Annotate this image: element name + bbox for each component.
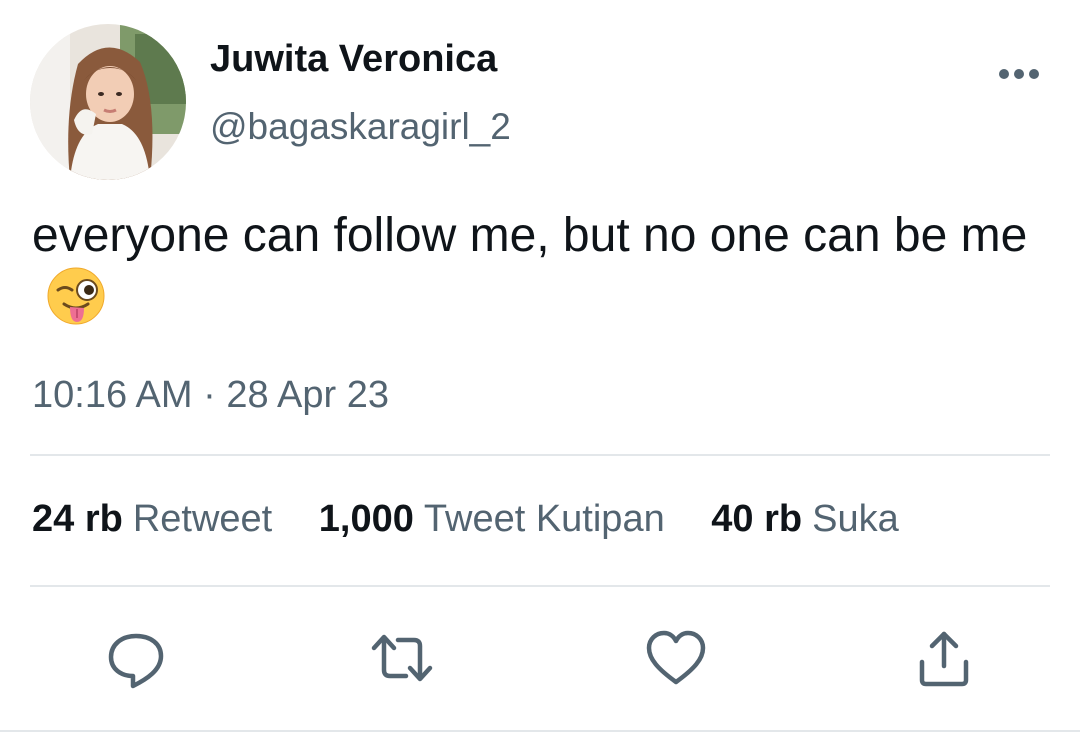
- tweet-body: everyone can follow me, but no one can b…: [32, 209, 1028, 262]
- bottom-divider: [0, 730, 1080, 732]
- like-count: 40 rb: [711, 498, 803, 540]
- reply-icon: [108, 633, 164, 689]
- retweet-button[interactable]: [370, 626, 434, 690]
- avatar[interactable]: [30, 24, 186, 180]
- share-icon: [919, 631, 969, 687]
- quote-tweet-stat[interactable]: 1,000 Tweet Kutipan: [319, 498, 665, 541]
- tweet-timestamp[interactable]: 10:16 AM · 28 Apr 23: [32, 374, 389, 417]
- divider: [30, 585, 1050, 587]
- share-button[interactable]: [912, 626, 976, 690]
- retweet-label: Retweet: [132, 498, 273, 540]
- quote-tweet-label: Tweet Kutipan: [423, 498, 665, 540]
- like-label: Suka: [812, 498, 899, 540]
- engagement-stats: 24 rb Retweet 1,000 Tweet Kutipan 40 rb Suk…: [32, 498, 935, 541]
- retweet-icon: [371, 634, 433, 682]
- tweet-card: Juwita Veronica @bagaskaragirl_2 everyon…: [0, 0, 1080, 750]
- like-stat[interactable]: 40 rb Suka: [711, 498, 898, 541]
- retweet-count: 24 rb: [32, 498, 123, 540]
- like-button[interactable]: [644, 626, 708, 690]
- user-handle[interactable]: @bagaskaragirl_2: [210, 106, 511, 148]
- more-dots-icon: [999, 69, 1039, 79]
- more-options-button[interactable]: [992, 56, 1042, 92]
- winking-face-with-tongue-icon: [46, 266, 106, 326]
- display-name[interactable]: Juwita Veronica: [210, 38, 497, 81]
- retweet-stat[interactable]: 24 rb Retweet: [32, 498, 272, 541]
- reply-button[interactable]: [104, 626, 168, 690]
- heart-icon: [646, 630, 706, 685]
- quote-tweet-count: 1,000: [318, 498, 414, 540]
- divider: [30, 454, 1050, 456]
- avatar-photo: [30, 24, 186, 180]
- tweet-text: everyone can follow me, but no one can b…: [32, 206, 1062, 329]
